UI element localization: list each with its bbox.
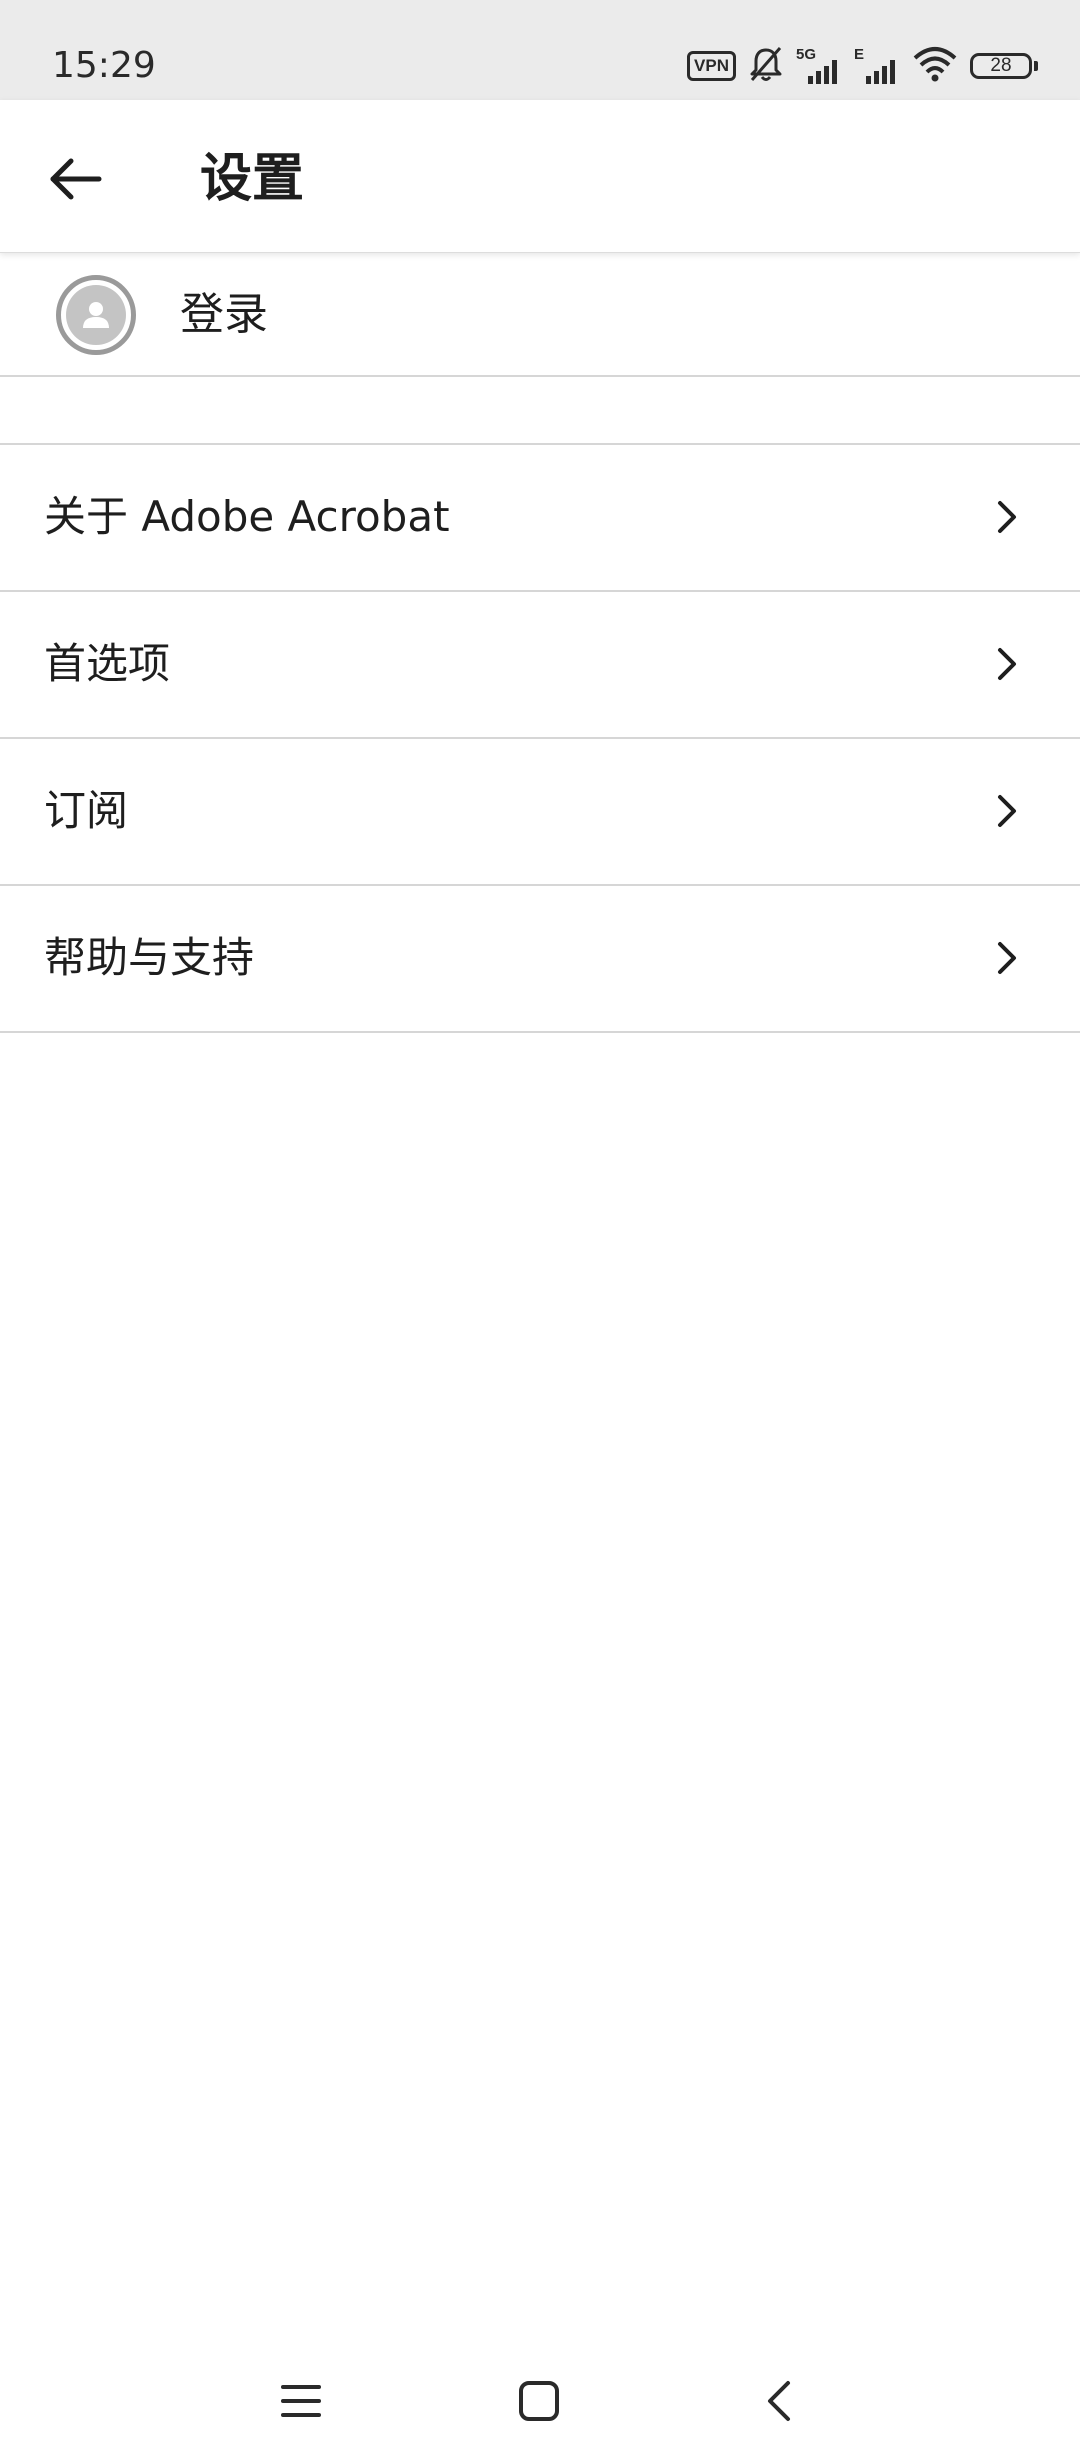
- chevron-right-icon: [998, 942, 1016, 974]
- home-button[interactable]: [504, 2366, 574, 2436]
- settings-list: 关于 Adobe Acrobat 首选项 订阅 帮助与支持: [0, 445, 1080, 1033]
- signal-icon: 5G: [796, 46, 842, 86]
- chevron-right-icon: [998, 648, 1016, 680]
- signal-icon: E: [854, 46, 900, 86]
- back-button[interactable]: [40, 144, 110, 214]
- settings-item-label: 帮助与支持: [44, 933, 255, 982]
- status-time: 15:29: [52, 45, 156, 86]
- settings-item-label: 关于 Adobe Acrobat: [44, 492, 450, 541]
- page-title: 设置: [200, 149, 305, 209]
- menu-icon: [281, 2385, 321, 2417]
- sign-in-label: 登录: [180, 289, 268, 340]
- system-nav-bar: [0, 2340, 1080, 2460]
- status-icons: VPN 5G E 28: [687, 44, 1038, 88]
- chevron-right-icon: [998, 501, 1016, 533]
- wifi-icon: [912, 46, 958, 86]
- app-toolbar: 设置: [0, 100, 1080, 253]
- settings-item-about[interactable]: 关于 Adobe Acrobat: [0, 445, 1080, 592]
- status-bar: 15:29 VPN 5G E 28: [0, 0, 1080, 100]
- sign-in-row[interactable]: 登录: [0, 255, 1080, 377]
- settings-item-preferences[interactable]: 首选项: [0, 592, 1080, 739]
- sim2-network-label: E: [854, 46, 865, 63]
- settings-item-subscription[interactable]: 订阅: [0, 739, 1080, 886]
- arrow-left-icon: [50, 158, 102, 200]
- settings-item-label: 订阅: [44, 786, 129, 835]
- battery-icon: 28: [970, 53, 1038, 79]
- vpn-icon: VPN: [687, 51, 736, 81]
- chevron-right-icon: [998, 795, 1016, 827]
- mute-icon: [748, 45, 784, 87]
- system-back-button[interactable]: [744, 2366, 814, 2436]
- avatar: [56, 275, 136, 355]
- settings-item-help-support[interactable]: 帮助与支持: [0, 886, 1080, 1033]
- recent-apps-button[interactable]: [266, 2366, 336, 2436]
- back-icon: [768, 2381, 790, 2421]
- settings-item-label: 首选项: [44, 639, 171, 688]
- home-icon: [519, 2381, 559, 2421]
- user-avatar-icon: [66, 285, 126, 345]
